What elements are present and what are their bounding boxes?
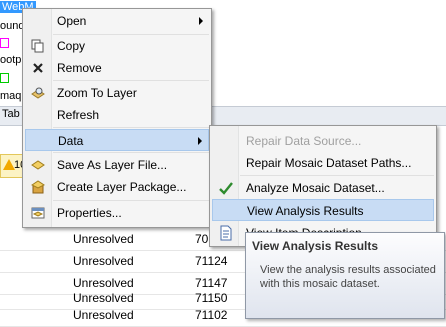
menu-item-label: Repair Mosaic Dataset Paths... (246, 156, 412, 170)
menu-separator (53, 152, 209, 153)
tree-item-4[interactable] (0, 71, 11, 85)
menu-item-label: Create Layer Package... (57, 180, 187, 194)
menu-item-open[interactable]: Open (25, 10, 209, 32)
row-id: 71124 (195, 254, 228, 268)
menu-item-refresh[interactable]: Refresh (25, 104, 209, 126)
row-status: Unresolved (73, 308, 134, 322)
submenu-item-view-analysis-results[interactable]: View Analysis Results (212, 199, 434, 221)
copy-icon (31, 39, 45, 53)
legend-swatch-icon (0, 38, 9, 49)
menu-item-label: Copy (57, 39, 86, 53)
menu-item-label: Open (57, 14, 87, 28)
menu-item-label: Data (58, 134, 84, 148)
menu-item-label: Zoom To Layer (57, 86, 137, 100)
menu-separator (240, 175, 434, 176)
legend-swatch-icon (0, 73, 9, 84)
tree-item-label: ound (0, 20, 25, 32)
submenu-item-repair-mosaic-paths[interactable]: Repair Mosaic Dataset Paths... (212, 152, 434, 174)
tab-table[interactable]: Tab (2, 108, 20, 120)
menu-item-label: Analyze Mosaic Dataset... (246, 181, 385, 195)
tree-item-5[interactable]: maq (0, 89, 21, 103)
submenu-arrow-icon (199, 17, 203, 25)
tree-item-1[interactable]: ound (0, 19, 24, 33)
menu-item-save-as-layer-file[interactable]: Save As Layer File... (25, 154, 209, 176)
tooltip-body: View the analysis results associated wit… (260, 264, 436, 290)
submenu-arrow-icon (198, 137, 202, 145)
menu-item-label: Remove (57, 61, 102, 75)
menu-item-label: Repair Data Source... (246, 134, 362, 148)
row-status: Unresolved (73, 254, 134, 268)
menu-item-remove[interactable]: Remove (25, 57, 209, 79)
data-submenu: Repair Data Source... Repair Mosaic Data… (209, 125, 437, 247)
check-icon (218, 180, 234, 196)
tree-item-label: maq (0, 90, 22, 102)
menu-separator (53, 80, 209, 81)
menu-separator (53, 127, 209, 128)
tooltip: View Analysis Results View the analysis … (245, 232, 445, 319)
zoom-to-layer-icon (31, 86, 45, 100)
tree-item-2[interactable] (0, 36, 11, 50)
row-id: 71102 (195, 308, 228, 322)
row-status: Unresolved (73, 291, 134, 305)
document-icon (218, 225, 234, 241)
remove-x-icon (31, 61, 45, 75)
menu-item-properties[interactable]: Properties... (25, 202, 209, 224)
row-status: Unresolved (73, 232, 134, 246)
submenu-item-analyze-mosaic-dataset[interactable]: Analyze Mosaic Dataset... (212, 177, 434, 199)
layer-package-icon (31, 180, 45, 194)
tree-item-3[interactable]: ootp (0, 53, 21, 67)
submenu-item-repair-data-source[interactable]: Repair Data Source... (212, 130, 434, 152)
tree-item-label: ootp (0, 54, 22, 66)
layer-file-icon (31, 158, 45, 172)
menu-item-label: Properties... (57, 206, 122, 220)
menu-item-label: Save As Layer File... (57, 158, 168, 172)
menu-item-label: View Analysis Results (247, 204, 364, 218)
menu-separator (53, 200, 209, 201)
layer-context-menu: Open Copy Remove Zoom To Layer Refresh D… (22, 8, 212, 228)
menu-item-data[interactable]: Data (25, 129, 209, 151)
tooltip-title: View Analysis Results (252, 239, 379, 253)
menu-item-create-layer-package[interactable]: Create Layer Package... (25, 176, 209, 198)
menu-item-copy[interactable]: Copy (25, 35, 209, 57)
properties-icon (31, 206, 45, 220)
menu-item-label: Refresh (57, 108, 100, 122)
menu-item-zoom-to-layer[interactable]: Zoom To Layer (25, 82, 209, 104)
row-id: 71150 (195, 291, 228, 305)
